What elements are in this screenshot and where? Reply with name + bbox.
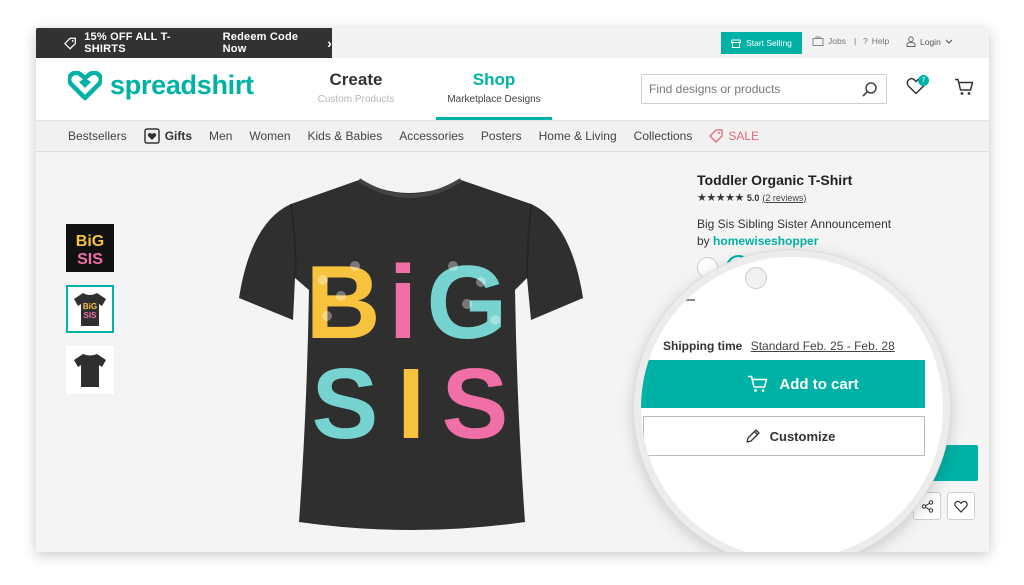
star-rating-icon: ★★★★★: [697, 192, 744, 204]
user-icon: [906, 36, 916, 47]
start-selling-label: Start Selling: [746, 38, 792, 48]
rating-value: 5.0: [746, 192, 760, 203]
category-label: Collections: [633, 129, 693, 143]
briefcase-icon: [812, 36, 824, 46]
product-rating: ★★★★★ 5.0 (2 reviews): [697, 191, 806, 204]
gift-icon: [143, 128, 160, 144]
category-label: SALE: [728, 129, 760, 143]
separator: |: [854, 36, 856, 46]
product-image: B i G S I S: [239, 178, 583, 530]
nav-create-sub: Custom Products: [317, 94, 395, 105]
category-collections[interactable]: Collections: [634, 129, 693, 143]
shipping-label: Shipping time: [663, 339, 743, 353]
thumb-text-top: BiG: [83, 302, 97, 311]
nav-shop-sub: Marketplace Designs: [447, 94, 541, 105]
color-swatch-grey[interactable]: [745, 267, 767, 289]
heart-icon: [954, 500, 968, 513]
category-label: Posters: [480, 129, 522, 143]
category-sale[interactable]: SALE: [709, 129, 759, 143]
redeem-code-link[interactable]: Redeem Code Now: [223, 31, 320, 55]
promo-banner[interactable]: 15% OFF ALL T-SHIRTS Redeem Code Now ›: [36, 28, 332, 58]
wishlist-count-badge: 7: [918, 75, 929, 86]
thumb-text-bottom: SIS: [84, 311, 98, 320]
thumbnail-design[interactable]: BiG SIS: [66, 224, 114, 272]
category-label: Home & Living: [538, 129, 617, 143]
category-label: Bestsellers: [68, 129, 127, 143]
category-label: Women: [249, 129, 291, 143]
jobs-link[interactable]: Jobs: [812, 36, 846, 46]
pencil-icon: [745, 429, 760, 443]
search-box: [641, 74, 887, 104]
design-letter-s2: S: [442, 348, 509, 460]
reviews-link[interactable]: (2 reviews): [762, 193, 806, 203]
nav-create[interactable]: Create Custom Products: [306, 70, 406, 105]
category-accessories[interactable]: Accessories: [399, 129, 464, 143]
nav-create-label: Create: [329, 70, 383, 89]
chevron-down-icon: [945, 39, 953, 44]
category-label: Gifts: [164, 129, 193, 143]
browser-window: 15% OFF ALL T-SHIRTS Redeem Code Now › S…: [36, 28, 989, 552]
start-selling-button[interactable]: Start Selling: [721, 32, 802, 54]
customize-label: Customize: [769, 428, 836, 444]
by-label: by: [697, 234, 710, 248]
nav-shop[interactable]: Shop Marketplace Designs: [436, 70, 552, 120]
jobs-label: Jobs: [828, 36, 846, 46]
design-letter-s1: S: [312, 348, 379, 460]
login-label: Login: [920, 36, 941, 47]
designer-byline: by homewiseshopper: [697, 234, 818, 248]
promo-bar: 15% OFF ALL T-SHIRTS Redeem Code Now › S…: [36, 28, 989, 58]
design-letter-i: i: [389, 245, 418, 361]
design-letter-b: B: [305, 245, 380, 361]
category-label: Kids & Babies: [307, 129, 383, 143]
size-guide-link-fragment[interactable]: [681, 299, 695, 301]
help-link[interactable]: ? Help: [863, 36, 889, 46]
cart-icon[interactable]: [954, 78, 974, 96]
customize-button[interactable]: Customize: [643, 416, 925, 456]
category-nav: Bestsellers Gifts Men Women Kids & Babie…: [36, 120, 989, 152]
search-input[interactable]: [649, 82, 849, 96]
tag-icon: [64, 37, 76, 50]
category-home-living[interactable]: Home & Living: [539, 129, 617, 143]
category-bestsellers[interactable]: Bestsellers: [68, 129, 127, 143]
thumb-text-bottom: SIS: [77, 251, 103, 268]
heart-logo-icon: [68, 70, 102, 100]
category-women[interactable]: Women: [249, 129, 290, 143]
question-icon: ?: [863, 36, 868, 46]
spreadshirt-logo[interactable]: spreadshirt: [68, 70, 254, 101]
category-label: Men: [209, 129, 233, 143]
logo-text: spreadshirt: [110, 70, 254, 100]
designer-link[interactable]: homewiseshopper: [713, 234, 818, 248]
product-title: Toddler Organic T-Shirt: [697, 172, 853, 188]
nav-shop-label: Shop: [472, 70, 516, 89]
tag-icon: [709, 129, 724, 143]
design-letter-i2: I: [397, 348, 425, 460]
category-gifts[interactable]: Gifts: [143, 128, 193, 144]
thumbnail-shirt-back[interactable]: [66, 346, 114, 394]
design-thumbnail-image: BiG SIS: [67, 225, 113, 271]
chevron-right-icon: ›: [327, 35, 332, 51]
thumb-text-top: BiG: [76, 233, 104, 250]
help-label: Help: [871, 36, 890, 46]
thumbnail-shirt-front[interactable]: BiG SIS: [66, 285, 114, 333]
add-to-cart-label: Add to cart: [779, 375, 859, 393]
add-to-cart-button[interactable]: Add to cart: [641, 360, 925, 408]
search-icon[interactable]: [861, 81, 878, 98]
shipping-info: Shipping time Standard Feb. 25 - Feb. 28: [663, 339, 895, 353]
cart-icon: [748, 375, 768, 392]
category-posters[interactable]: Posters: [481, 129, 522, 143]
shirt-thumbnail-image: BiG SIS: [74, 293, 106, 326]
category-men[interactable]: Men: [209, 129, 232, 143]
promo-text: 15% OFF ALL T-SHIRTS: [84, 31, 171, 55]
site-header: spreadshirt Create Custom Products Shop …: [36, 58, 989, 120]
favorite-button[interactable]: [947, 492, 975, 520]
login-menu[interactable]: Login: [906, 36, 953, 47]
separator-text: |: [854, 36, 857, 46]
category-label: Accessories: [399, 129, 464, 143]
category-kids-babies[interactable]: Kids & Babies: [308, 129, 383, 143]
shirt-back-thumbnail-image: [74, 354, 106, 387]
shipping-date-link[interactable]: Standard Feb. 25 - Feb. 28: [751, 339, 895, 353]
design-name: Big Sis Sibling Sister Announcement: [697, 217, 892, 231]
store-icon: [731, 39, 742, 48]
magnifier-zoom: Shipping time Standard Feb. 25 - Feb. 28…: [634, 250, 950, 552]
